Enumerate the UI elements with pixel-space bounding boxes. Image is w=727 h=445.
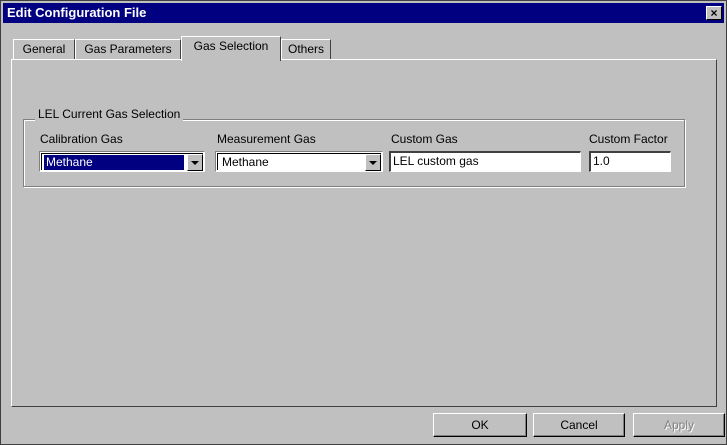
tab-general[interactable]: General: [13, 39, 75, 60]
window-title: Edit Configuration File: [7, 5, 147, 20]
edit-config-window: Edit Configuration File × General Gas Pa…: [0, 0, 727, 445]
ok-button[interactable]: OK: [433, 413, 527, 437]
custom-gas-input[interactable]: LEL custom gas: [389, 151, 581, 172]
measurement-gas-value: Methane: [222, 155, 269, 169]
tab-gas-parameters[interactable]: Gas Parameters: [75, 39, 181, 60]
cancel-button[interactable]: Cancel: [533, 413, 625, 437]
group-title: LEL Current Gas Selection: [35, 107, 184, 121]
calibration-gas-label: Calibration Gas: [40, 132, 123, 146]
measurement-gas-label: Measurement Gas: [217, 132, 316, 146]
calibration-gas-select[interactable]: Methane: [39, 151, 205, 172]
chevron-down-icon[interactable]: [187, 154, 203, 171]
custom-factor-input[interactable]: 1.0: [589, 151, 671, 172]
calibration-gas-value: Methane: [43, 154, 185, 171]
tab-others[interactable]: Others: [281, 39, 331, 60]
measurement-gas-select[interactable]: Methane: [215, 151, 383, 172]
close-icon[interactable]: ×: [706, 6, 722, 20]
chevron-down-icon[interactable]: [365, 154, 381, 171]
custom-factor-label: Custom Factor: [589, 132, 668, 146]
custom-gas-label: Custom Gas: [391, 132, 458, 146]
tab-gas-selection[interactable]: Gas Selection: [181, 36, 281, 61]
title-bar: Edit Configuration File ×: [3, 3, 724, 23]
apply-button[interactable]: Apply: [633, 413, 725, 437]
